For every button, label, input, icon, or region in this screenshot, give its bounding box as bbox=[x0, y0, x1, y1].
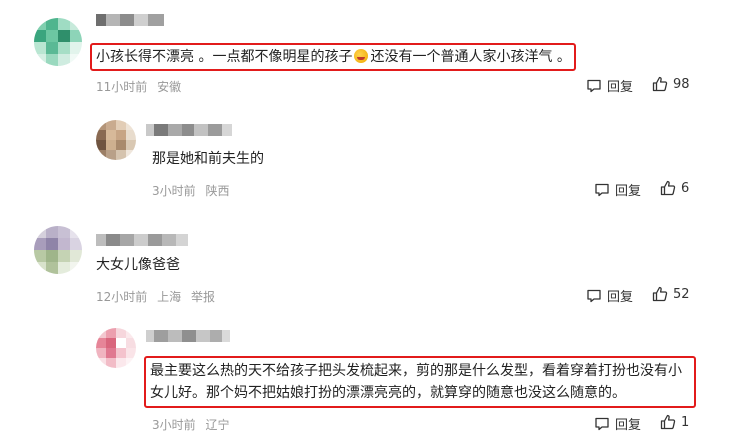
comment-meta: 12小时前 上海 举报 bbox=[96, 288, 221, 305]
reply-label: 回复 bbox=[615, 184, 642, 199]
comment-meta: 3小时前 辽宁 bbox=[152, 416, 235, 433]
comment-icon bbox=[587, 79, 601, 92]
comment-time: 3小时前 bbox=[152, 418, 196, 432]
comment-location: 上海 bbox=[157, 290, 182, 304]
comment-meta: 11小时前 安徽 bbox=[96, 78, 187, 95]
like-count: 98 bbox=[673, 76, 690, 92]
thumbs-up-icon bbox=[660, 414, 676, 430]
comment-icon bbox=[595, 183, 609, 196]
comment-time: 3小时前 bbox=[152, 184, 196, 198]
comment-text-line: 女儿好。那个妈不把姑娘打扮的漂漂亮亮的，就算穿的随意也没这么随意的。 bbox=[150, 385, 626, 401]
like-button[interactable]: 52 bbox=[652, 286, 690, 302]
comment-time: 11小时前 bbox=[96, 80, 148, 94]
avatar[interactable] bbox=[96, 328, 136, 368]
username[interactable] bbox=[96, 234, 188, 246]
comment-time: 12小时前 bbox=[96, 290, 148, 304]
thumbs-up-icon bbox=[652, 76, 668, 92]
like-count: 6 bbox=[681, 180, 690, 196]
comment-text: 小孩长得不漂亮 。一点都不像明星的孩子 还没有一个普通人家小孩洋气 。 bbox=[96, 46, 571, 68]
reply-button[interactable]: 回复 bbox=[586, 76, 633, 95]
reply-label: 回复 bbox=[607, 290, 634, 305]
like-button[interactable]: 1 bbox=[660, 414, 689, 430]
username[interactable] bbox=[96, 14, 164, 26]
reply-button[interactable]: 回复 bbox=[594, 414, 641, 433]
thumbs-up-icon bbox=[660, 180, 676, 196]
comment-text: 大女儿像爸爸 bbox=[96, 257, 180, 273]
username[interactable] bbox=[146, 330, 230, 342]
comment-location: 安徽 bbox=[157, 80, 182, 94]
reply-button[interactable]: 回复 bbox=[594, 180, 641, 199]
like-button[interactable]: 6 bbox=[660, 180, 689, 196]
comment-text-line: 最主要这么热的天不给孩子把头发梳起来，剪的那是什么发型，看着穿着打扮也没有小 bbox=[150, 363, 682, 379]
username[interactable] bbox=[146, 124, 232, 136]
reply-button[interactable]: 回复 bbox=[586, 286, 633, 305]
comment-location: 陕西 bbox=[205, 184, 230, 198]
avatar[interactable] bbox=[96, 120, 136, 160]
reply-label: 回复 bbox=[607, 80, 634, 95]
avatar[interactable] bbox=[34, 18, 82, 66]
like-count: 52 bbox=[673, 286, 690, 302]
comment-text: 那是她和前夫生的 bbox=[152, 151, 264, 167]
thumbs-up-icon bbox=[652, 286, 668, 302]
report-link[interactable]: 举报 bbox=[191, 290, 215, 304]
like-count: 1 bbox=[681, 414, 690, 430]
comment-meta: 3小时前 陕西 bbox=[152, 182, 235, 199]
avatar[interactable] bbox=[34, 226, 82, 274]
comment-icon bbox=[595, 417, 609, 430]
like-button[interactable]: 98 bbox=[652, 76, 690, 92]
reply-label: 回复 bbox=[615, 418, 642, 433]
laughing-emoji-icon bbox=[354, 49, 369, 63]
comment-text-part: 还没有一个普通人家小孩洋气 。 bbox=[370, 49, 571, 65]
comment-icon bbox=[587, 289, 601, 302]
comment-location: 辽宁 bbox=[205, 418, 230, 432]
comment-text-part: 小孩长得不漂亮 。一点都不像明星的孩子 bbox=[96, 49, 353, 65]
